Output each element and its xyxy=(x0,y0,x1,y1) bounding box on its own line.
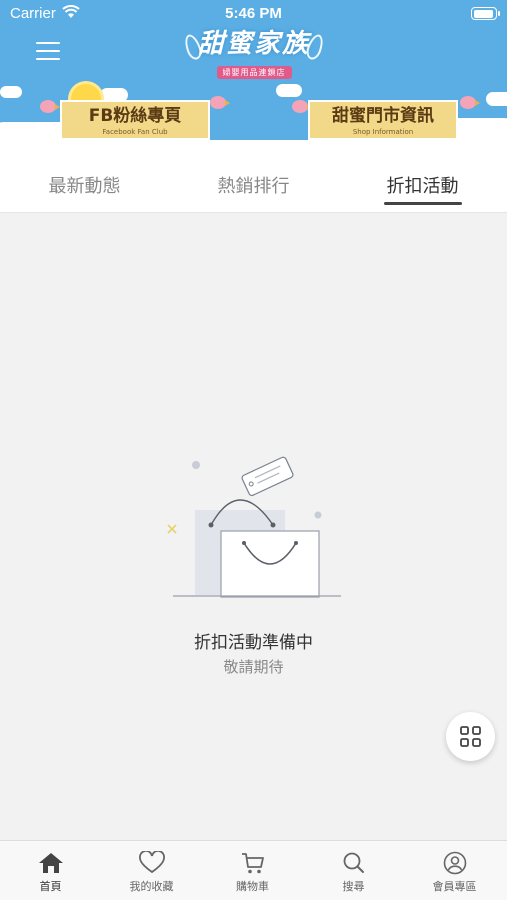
menu-icon xyxy=(36,42,60,44)
logo-subtitle: 婦嬰用品連鎖店 xyxy=(216,66,292,79)
tab-latest-news[interactable]: 最新動態 xyxy=(0,163,169,213)
bird-icon xyxy=(210,96,230,109)
cart-icon xyxy=(241,853,264,874)
home-icon xyxy=(38,853,63,873)
menu-button[interactable] xyxy=(36,42,60,62)
active-tab-indicator xyxy=(384,202,462,205)
nav-favorites[interactable]: 我的收藏 xyxy=(101,841,202,900)
shop-info-banner[interactable]: 甜蜜門市資訊 Shop Information xyxy=(308,100,458,140)
nav-label: 我的收藏 xyxy=(129,880,174,893)
banner-title: FB粉絲專頁 xyxy=(88,106,182,126)
nav-label: 首頁 xyxy=(39,880,62,893)
user-icon xyxy=(443,851,466,875)
nav-cart[interactable]: 購物車 xyxy=(202,841,303,900)
nav-member[interactable]: 會員專區 xyxy=(404,841,505,900)
banner-subtitle: Facebook Fan Club xyxy=(102,128,168,136)
nav-home[interactable]: 首頁 xyxy=(0,841,101,900)
cloud-decoration xyxy=(276,84,302,97)
fb-fan-page-banner[interactable]: FB粉絲專頁 Facebook Fan Club xyxy=(60,100,210,140)
status-bar: Carrier 5:46 PM xyxy=(0,0,507,28)
tab-best-sellers[interactable]: 熱銷排行 xyxy=(169,163,338,213)
nav-label: 購物車 xyxy=(236,880,269,893)
heart-icon xyxy=(138,851,165,874)
logo-title: 甜蜜家族 xyxy=(197,29,310,59)
cloud-decoration xyxy=(170,140,340,163)
empty-state-subtitle: 敬請期待 xyxy=(223,658,284,676)
grid-menu-button[interactable] xyxy=(446,712,495,761)
empty-bag-illustration xyxy=(167,456,341,598)
status-time: 5:46 PM xyxy=(225,5,282,22)
cloud-decoration xyxy=(0,86,22,98)
bird-icon xyxy=(292,100,312,113)
battery-icon xyxy=(471,7,500,20)
bird-icon xyxy=(460,96,480,109)
banner-title: 甜蜜門市資訊 xyxy=(332,106,434,126)
cloud-decoration xyxy=(486,92,507,106)
empty-state-title: 折扣活動準備中 xyxy=(194,633,313,653)
tab-discounts[interactable]: 折扣活動 xyxy=(338,163,507,213)
bottom-nav: 首頁 我的收藏 購物車 搜尋 會員專區 xyxy=(0,840,507,900)
search-icon xyxy=(343,852,364,873)
tab-bar: 最新動態 熱銷排行 折扣活動 xyxy=(0,163,507,213)
nav-label: 會員專區 xyxy=(432,880,477,893)
bird-icon xyxy=(40,100,60,113)
nav-label: 搜尋 xyxy=(342,880,365,893)
grid-icon xyxy=(460,726,481,747)
banner-subtitle: Shop Information xyxy=(352,128,414,136)
nav-search[interactable]: 搜尋 xyxy=(303,841,404,900)
app-logo: 甜蜜家族 婦嬰用品連鎖店 xyxy=(181,28,327,79)
header: Carrier 5:46 PM 甜蜜家族 婦嬰用品連鎖店 FB粉絲專頁 Face… xyxy=(0,0,507,163)
